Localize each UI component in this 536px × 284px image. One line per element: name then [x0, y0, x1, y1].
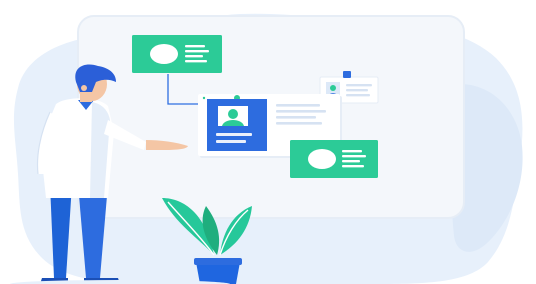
- avatar-icon: [330, 85, 336, 91]
- plant-pot: [196, 262, 240, 284]
- hero-illustration: [0, 0, 536, 284]
- plant-pot-rim: [194, 258, 242, 265]
- profile-card-bottom-right-avatar: [308, 149, 336, 169]
- document-card-photo-head: [228, 109, 238, 119]
- profile-card-bottom-right: [290, 140, 378, 178]
- document-card-dots: [202, 96, 206, 100]
- profile-card-top-left: [132, 35, 222, 73]
- profile-card-top-left-avatar: [150, 44, 178, 64]
- avatar-card-tab: [343, 71, 351, 78]
- presenter-ear: [81, 85, 87, 91]
- illustration-canvas: [10, 13, 523, 284]
